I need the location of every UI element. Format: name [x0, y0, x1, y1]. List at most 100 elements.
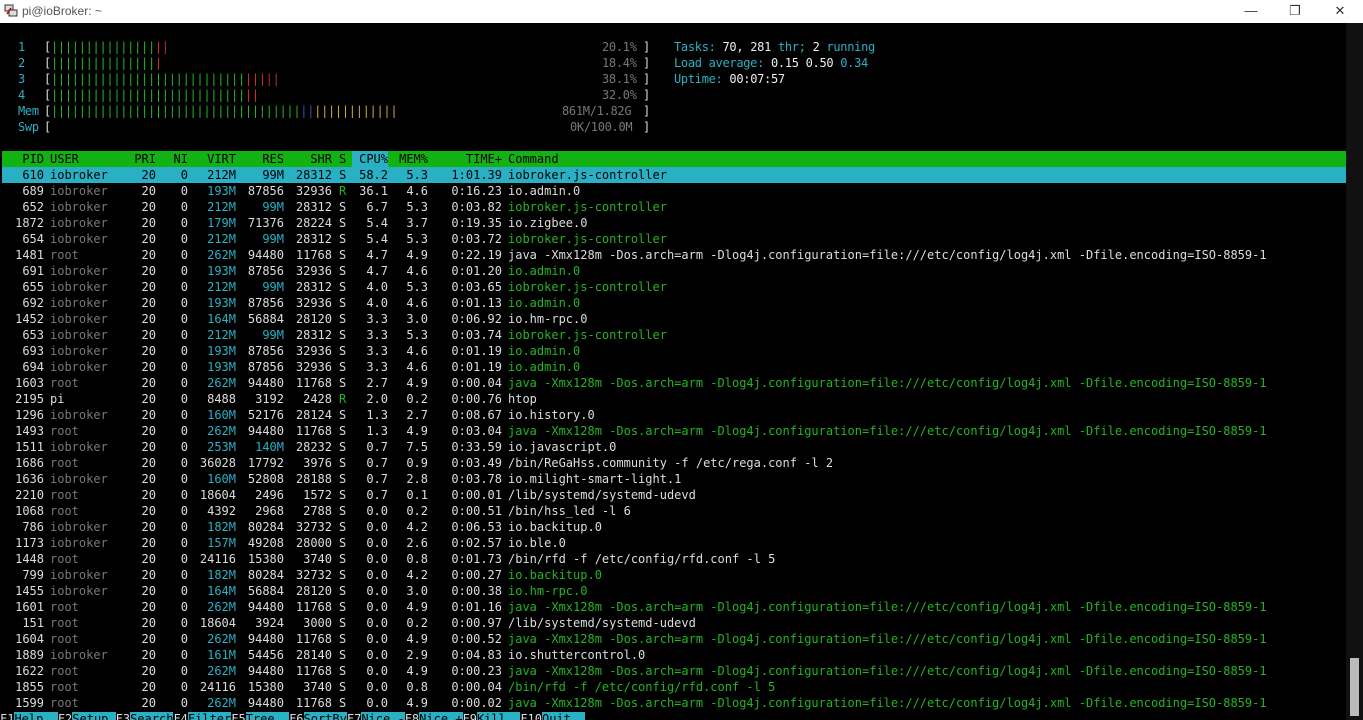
terminal-area[interactable]: 1[||||||||||||||||| 20.1%] 2[|||||||||||||… — [0, 23, 1363, 720]
function-key-filter[interactable]: Filter — [187, 712, 232, 720]
cpu-meter-id: 4 — [18, 88, 25, 102]
table-row[interactable]: 1173 iobroker 20 0 157M 49208 28000 S 0.0 2.6 0:02… — [2, 535, 1346, 551]
cell-ni: 0 — [180, 616, 188, 630]
table-row[interactable]: 693 iobroker 20 0 193M 87856 32936 S 3.3 4.6 0:01.… — [2, 343, 1346, 359]
column-header-cmd[interactable]: Command — [508, 151, 1348, 167]
cell-user: iobroker — [50, 344, 108, 358]
cell-pid: 1601 — [15, 600, 44, 614]
column-header-res[interactable]: RES — [238, 151, 284, 167]
table-row[interactable]: 1603 root 20 0 262M 94480 11768 S 2.7 4.9 0:00.04 j… — [2, 375, 1346, 391]
close-button[interactable]: ✕ — [1317, 0, 1363, 23]
function-key-search[interactable]: Search — [130, 712, 174, 720]
cell-time: 0:01.73 — [451, 552, 502, 566]
cell-cmd: java -Xmx128m -Dos.arch=arm -Dlog4j.conf… — [508, 600, 1267, 614]
cell-pid: 1686 — [15, 456, 44, 470]
cell-s: S — [339, 328, 347, 342]
table-row[interactable]: 1481 root 20 0 262M 94480 11768 S 4.7 4.9 0:22.19 j… — [2, 247, 1346, 263]
cell-pid: 2210 — [15, 488, 44, 502]
table-row[interactable]: 786 iobroker 20 0 182M 80284 32732 S 0.0 4.2 0:06.… — [2, 519, 1346, 535]
cell-pid: 799 — [22, 568, 44, 582]
cell-pri: 20 — [141, 184, 156, 198]
cell-user: root — [50, 456, 79, 470]
minimize-button[interactable]: — — [1228, 0, 1274, 23]
table-row[interactable]: 799 iobroker 20 0 182M 80284 32732 S 0.0 4.2 0:00.… — [2, 567, 1346, 583]
table-row[interactable]: 1889 iobroker 20 0 161M 54456 28140 S 0.0 2.9 0:04… — [2, 647, 1346, 663]
cell-virt: 179M — [207, 216, 236, 230]
putty-icon — [4, 4, 18, 17]
function-key-tree[interactable]: Tree — [245, 712, 290, 720]
column-header-cpu[interactable]: CPU% — [352, 151, 388, 167]
cell-cmd: iobroker.js-controller — [508, 328, 667, 342]
table-row[interactable]: 1511 iobroker 20 0 253M 140M 28232 S 0.7 7.5 0:33.… — [2, 439, 1346, 455]
column-header-shr[interactable]: SHR — [286, 151, 332, 167]
function-key-bar[interactable]: F1Help F2Setup F3SearchF4FilterF5Tree F6… — [0, 711, 1346, 720]
table-row[interactable]: 1604 root 20 0 262M 94480 11768 S 0.0 4.9 0:00.52 j… — [2, 631, 1346, 647]
function-key-nice-[interactable]: Nice + — [419, 712, 463, 720]
cell-mem: 4.6 — [406, 296, 428, 310]
table-row[interactable]: 655 iobroker 20 0 212M 99M 28312 S 4.0 5.3 0:03.65… — [2, 279, 1346, 295]
table-row[interactable]: 689 iobroker 20 0 193M 87856 32936 R 36.1 4.6 0:16… — [2, 183, 1346, 199]
table-row[interactable]: 692 iobroker 20 0 193M 87856 32936 S 4.0 4.6 0:01.… — [2, 295, 1346, 311]
table-row[interactable]: 1068 root 20 0 4392 2968 2788 S 0.0 0.2 0:00.51/bi… — [2, 503, 1346, 519]
table-row[interactable]: 1855 root 20 0 24116 15380 3740 S 0.0 0.8 0:00.04 /… — [2, 679, 1346, 695]
cell-cmd: /bin/rfd -f /etc/config/rfd.conf -l 5 — [508, 552, 776, 566]
process-table-header[interactable]: PID USER PRI NI VIRT RES SHR S CPU% MEM% TIME+ Comm… — [2, 151, 1346, 167]
column-header-time[interactable]: TIME+ — [436, 151, 502, 167]
cell-mem: 2.8 — [406, 472, 428, 486]
mem-meter-bracket: [ — [44, 104, 51, 118]
function-key-help[interactable]: Help — [14, 712, 58, 720]
swap-meter-bracket: ] — [643, 120, 650, 134]
column-header-virt[interactable]: VIRT — [188, 151, 236, 167]
column-header-mem[interactable]: MEM% — [394, 151, 428, 167]
function-key-setup[interactable]: Setup — [72, 712, 116, 720]
function-key-nice-[interactable]: Nice - — [361, 712, 405, 720]
scrollbar-thumb[interactable] — [1350, 658, 1359, 716]
table-row[interactable]: 654 iobroker 20 0 212M 99M 28312 S 5.4 5.3 0:03.72… — [2, 231, 1346, 247]
cpu-meter-green: |||||||||||||||||||||||||||| — [51, 72, 245, 86]
cell-mem: 5.3 — [406, 280, 428, 294]
cell-shr: 1572 — [303, 488, 332, 502]
cell-s: S — [339, 456, 347, 470]
cell-s: S — [339, 200, 347, 214]
table-row[interactable]: 1455 iobroker 20 0 164M 56884 28120 S 0.0 3.0 0:00… — [2, 583, 1346, 599]
table-row[interactable]: 691 iobroker 20 0 193M 87856 32936 S 4.7 4.6 0:01.… — [2, 263, 1346, 279]
table-row[interactable]: 151 root 20 0 18604 3924 3000 S 0.0 0.2 0:00.97/li… — [2, 615, 1346, 631]
function-key-kill[interactable]: Kill — [476, 712, 521, 720]
column-header-pid[interactable]: PID — [2, 151, 44, 167]
scrollbar[interactable] — [1346, 23, 1363, 720]
table-row[interactable]: 1452 iobroker 20 0 164M 56884 28120 S 3.3 3.0 0:06… — [2, 311, 1346, 327]
table-row[interactable]: 694 iobroker 20 0 193M 87856 32936 S 3.3 4.6 0:01.… — [2, 359, 1346, 375]
table-row[interactable]: 1872 iobroker 20 0 179M 71376 28224 S 5.4 3.7 0:19… — [2, 215, 1346, 231]
cell-ni: 0 — [180, 520, 188, 534]
column-header-ni[interactable]: NI — [162, 151, 188, 167]
table-row[interactable]: 652 iobroker 20 0 212M 99M 28312 S 6.7 5.3 0:03.82… — [2, 199, 1346, 215]
table-row[interactable]: 1448 root 20 0 24116 15380 3740 S 0.0 0.8 0:01.73 /… — [2, 551, 1346, 567]
table-row[interactable]: 1622 root 20 0 262M 94480 11768 S 0.0 4.9 0:00.23 j… — [2, 663, 1346, 679]
function-key-sortby[interactable]: SortBy — [303, 712, 347, 720]
function-key-quit[interactable]: Quit — [542, 712, 586, 720]
cell-ni: 0 — [180, 232, 188, 246]
table-row[interactable]: 2210 root 20 0 18604 2496 1572 S 0.7 0.1 0:00.01/l… — [2, 487, 1346, 503]
cell-cmd: io.ble.0 — [508, 536, 566, 550]
table-row[interactable]: 1599 root 20 0 262M 94480 11768 S 0.0 4.9 0:00.02 j… — [2, 695, 1346, 711]
cell-virt: 164M — [207, 312, 236, 326]
table-row[interactable]: 653 iobroker 20 0 212M 99M 28312 S 3.3 5.3 0:03.74… — [2, 327, 1346, 343]
column-header-pri[interactable]: PRI — [130, 151, 156, 167]
cell-ni: 0 — [180, 280, 188, 294]
table-row[interactable]: 1296 iobroker 20 0 160M 52176 28124 S 1.3 2.7 0:08… — [2, 407, 1346, 423]
table-row[interactable]: 610 iobroker 20 0 212M 99M 28312 S 58.2 5.3 1:01.3… — [2, 167, 1346, 183]
cell-shr: 28232 — [295, 440, 332, 454]
cpu-meter-percent: 38.1% — [602, 72, 637, 86]
cell-cpu: 2.7 — [366, 376, 388, 390]
cell-user: iobroker — [50, 168, 108, 182]
table-row[interactable]: 1493 root 20 0 262M 94480 11768 S 1.3 4.9 0:03.04 j… — [2, 423, 1346, 439]
table-row[interactable]: 1636 iobroker 20 0 160M 52808 28188 S 0.7 2.8 0:03… — [2, 471, 1346, 487]
column-header-s[interactable]: S — [339, 151, 351, 167]
table-row[interactable]: 1686 root 20 0 36028 17792 3976 S 0.7 0.9 0:03.49 /… — [2, 455, 1346, 471]
table-row[interactable]: 1601 root 20 0 262M 94480 11768 S 0.0 4.9 0:01.16 j… — [2, 599, 1346, 615]
restore-button[interactable]: ❐ — [1272, 0, 1318, 23]
column-header-user[interactable]: USER — [50, 151, 130, 167]
table-row[interactable]: 2195 pi 20 0 8488 3192 2428 R 2.0 0.2 0:00.76 htop — [2, 391, 1346, 407]
cell-pri: 20 — [141, 472, 156, 486]
cell-s: S — [339, 648, 347, 662]
